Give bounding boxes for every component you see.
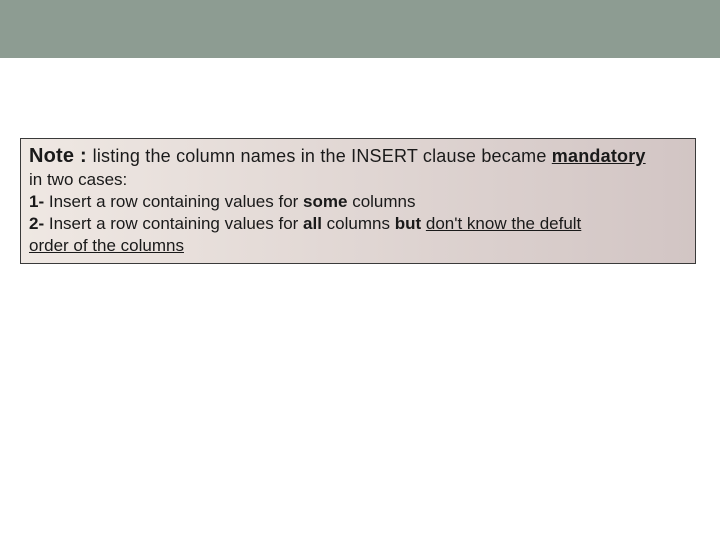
note-mandatory: mandatory xyxy=(552,146,646,166)
item-2-bold-all: all xyxy=(303,214,322,233)
item-2-bold-but: but xyxy=(395,214,421,233)
note-label: Note : xyxy=(29,145,93,167)
header-bar xyxy=(0,0,720,58)
note-line-1: Note : listing the column names in the I… xyxy=(29,143,687,169)
item-2-underlined-b: order of the columns xyxy=(29,236,184,255)
item-1-after: columns xyxy=(347,192,415,211)
item-1-number: 1- xyxy=(29,192,44,211)
note-box: Note : listing the column names in the I… xyxy=(20,138,696,264)
note-intro-text: listing the column names in the INSERT c… xyxy=(93,146,552,166)
item-1-bold: some xyxy=(303,192,347,211)
item-1-before: Insert a row containing values for xyxy=(44,192,303,211)
item-2-underlined-a: don't know the defult xyxy=(426,214,581,233)
note-body: in two cases: 1- Insert a row containing… xyxy=(29,169,687,257)
note-cases-intro: in two cases: xyxy=(29,170,127,189)
item-2-number: 2- xyxy=(29,214,44,233)
item-2-before: Insert a row containing values for xyxy=(44,214,303,233)
item-2-mid: columns xyxy=(322,214,395,233)
